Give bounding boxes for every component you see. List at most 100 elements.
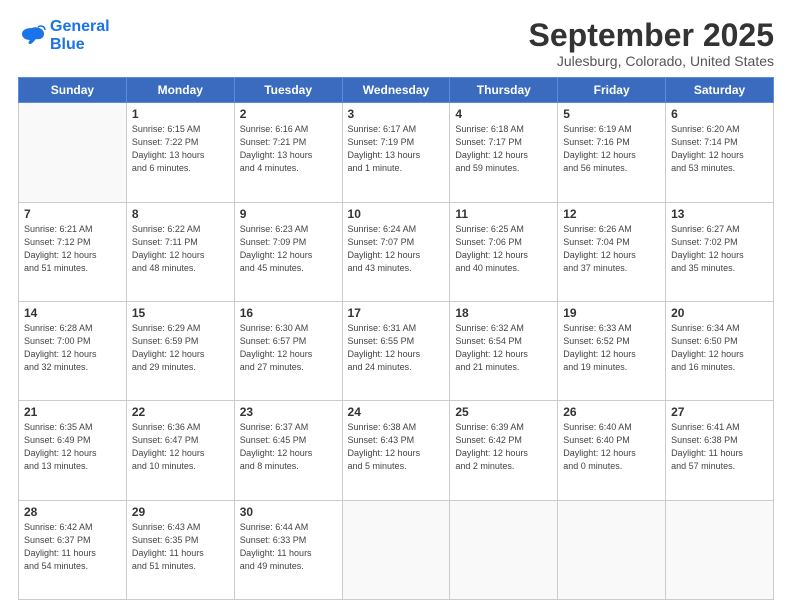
day-info: Sunrise: 6:28 AM Sunset: 7:00 PM Dayligh… (24, 322, 121, 374)
day-number: 11 (455, 207, 552, 221)
day-info: Sunrise: 6:19 AM Sunset: 7:16 PM Dayligh… (563, 123, 660, 175)
calendar-week-4: 28 Sunrise: 6:42 AM Sunset: 6:37 PM Dayli… (19, 500, 774, 599)
title-block: September 2025 Julesburg, Colorado, Unit… (529, 18, 774, 69)
day-info: Sunrise: 6:39 AM Sunset: 6:42 PM Dayligh… (455, 421, 552, 473)
day-number: 1 (132, 107, 229, 121)
calendar-day: 2Sunrise: 6:16 AM Sunset: 7:21 PM Daylig… (234, 103, 342, 202)
calendar-day: 19Sunrise: 6:33 AM Sunset: 6:52 PM Dayli… (558, 301, 666, 400)
logo: General Blue (18, 18, 110, 53)
day-info: Sunrise: 6:24 AM Sunset: 7:07 PM Dayligh… (348, 223, 445, 275)
calendar-day: 15 Sunrise: 6:29 AM Sunset: 6:59 PM Dayli… (126, 301, 234, 400)
day-number: 18 (455, 306, 552, 320)
calendar-day: 7Sunrise: 6:21 AM Sunset: 7:12 PM Daylig… (19, 202, 127, 301)
calendar-week-3: 21Sunrise: 6:35 AM Sunset: 6:49 PM Dayli… (19, 401, 774, 500)
day-number: 15 (132, 306, 229, 320)
day-number: 14 (24, 306, 121, 320)
day-number: 12 (563, 207, 660, 221)
calendar-week-2: 14 Sunrise: 6:28 AM Sunset: 7:00 PM Dayli… (19, 301, 774, 400)
calendar-day: 24Sunrise: 6:38 AM Sunset: 6:43 PM Dayli… (342, 401, 450, 500)
calendar-day: 11 Sunrise: 6:25 AM Sunset: 7:06 PM Dayli… (450, 202, 558, 301)
day-number: 27 (671, 405, 768, 419)
calendar-day: 13 Sunrise: 6:27 AM Sunset: 7:02 PM Dayli… (666, 202, 774, 301)
calendar-day: 23Sunrise: 6:37 AM Sunset: 6:45 PM Dayli… (234, 401, 342, 500)
day-info: Sunrise: 6:15 AM Sunset: 7:22 PM Dayligh… (132, 123, 229, 175)
calendar-day: 16Sunrise: 6:30 AM Sunset: 6:57 PM Dayli… (234, 301, 342, 400)
calendar-day: 3 Sunrise: 6:17 AM Sunset: 7:19 PM Daylig… (342, 103, 450, 202)
col-monday: Monday (126, 78, 234, 103)
day-info: Sunrise: 6:38 AM Sunset: 6:43 PM Dayligh… (348, 421, 445, 473)
calendar-day: 1 Sunrise: 6:15 AM Sunset: 7:22 PM Daylig… (126, 103, 234, 202)
day-info: Sunrise: 6:43 AM Sunset: 6:35 PM Dayligh… (132, 521, 229, 573)
calendar-day: 20 Sunrise: 6:34 AM Sunset: 6:50 PM Dayli… (666, 301, 774, 400)
calendar-header-row: Sunday Monday Tuesday Wednesday Thursday… (19, 78, 774, 103)
day-number: 3 (348, 107, 445, 121)
col-friday: Friday (558, 78, 666, 103)
day-number: 26 (563, 405, 660, 419)
day-info: Sunrise: 6:17 AM Sunset: 7:19 PM Dayligh… (348, 123, 445, 175)
location: Julesburg, Colorado, United States (529, 53, 774, 69)
calendar-day: 12Sunrise: 6:26 AM Sunset: 7:04 PM Dayli… (558, 202, 666, 301)
day-number: 5 (563, 107, 660, 121)
col-thursday: Thursday (450, 78, 558, 103)
calendar-day (342, 500, 450, 599)
day-info: Sunrise: 6:36 AM Sunset: 6:47 PM Dayligh… (132, 421, 229, 473)
day-info: Sunrise: 6:22 AM Sunset: 7:11 PM Dayligh… (132, 223, 229, 275)
day-info: Sunrise: 6:20 AM Sunset: 7:14 PM Dayligh… (671, 123, 768, 175)
day-info: Sunrise: 6:35 AM Sunset: 6:49 PM Dayligh… (24, 421, 121, 473)
day-number: 17 (348, 306, 445, 320)
calendar-week-0: 1 Sunrise: 6:15 AM Sunset: 7:22 PM Daylig… (19, 103, 774, 202)
day-number: 10 (348, 207, 445, 221)
calendar-day (450, 500, 558, 599)
day-number: 9 (240, 207, 337, 221)
day-number: 29 (132, 505, 229, 519)
page: General Blue September 2025 Julesburg, C… (0, 0, 792, 612)
col-sunday: Sunday (19, 78, 127, 103)
day-number: 8 (132, 207, 229, 221)
day-number: 28 (24, 505, 121, 519)
calendar-day (19, 103, 127, 202)
day-number: 7 (24, 207, 121, 221)
col-wednesday: Wednesday (342, 78, 450, 103)
day-info: Sunrise: 6:29 AM Sunset: 6:59 PM Dayligh… (132, 322, 229, 374)
calendar-day: 18 Sunrise: 6:32 AM Sunset: 6:54 PM Dayli… (450, 301, 558, 400)
day-number: 4 (455, 107, 552, 121)
header: General Blue September 2025 Julesburg, C… (18, 18, 774, 69)
calendar-day: 21Sunrise: 6:35 AM Sunset: 6:49 PM Dayli… (19, 401, 127, 500)
day-number: 13 (671, 207, 768, 221)
calendar-day: 4 Sunrise: 6:18 AM Sunset: 7:17 PM Daylig… (450, 103, 558, 202)
calendar-day: 5 Sunrise: 6:19 AM Sunset: 7:16 PM Daylig… (558, 103, 666, 202)
logo-icon (18, 24, 46, 48)
day-info: Sunrise: 6:31 AM Sunset: 6:55 PM Dayligh… (348, 322, 445, 374)
calendar: Sunday Monday Tuesday Wednesday Thursday… (18, 77, 774, 600)
calendar-day: 26 Sunrise: 6:40 AM Sunset: 6:40 PM Dayli… (558, 401, 666, 500)
day-info: Sunrise: 6:41 AM Sunset: 6:38 PM Dayligh… (671, 421, 768, 473)
logo-text: General Blue (50, 18, 110, 53)
day-info: Sunrise: 6:42 AM Sunset: 6:37 PM Dayligh… (24, 521, 121, 573)
day-info: Sunrise: 6:34 AM Sunset: 6:50 PM Dayligh… (671, 322, 768, 374)
calendar-day: 25 Sunrise: 6:39 AM Sunset: 6:42 PM Dayli… (450, 401, 558, 500)
month-title: September 2025 (529, 18, 774, 53)
calendar-day (666, 500, 774, 599)
day-info: Sunrise: 6:25 AM Sunset: 7:06 PM Dayligh… (455, 223, 552, 275)
calendar-day: 27 Sunrise: 6:41 AM Sunset: 6:38 PM Dayli… (666, 401, 774, 500)
day-number: 25 (455, 405, 552, 419)
day-info: Sunrise: 6:32 AM Sunset: 6:54 PM Dayligh… (455, 322, 552, 374)
calendar-day (558, 500, 666, 599)
day-info: Sunrise: 6:16 AM Sunset: 7:21 PM Dayligh… (240, 123, 337, 175)
day-info: Sunrise: 6:23 AM Sunset: 7:09 PM Dayligh… (240, 223, 337, 275)
day-info: Sunrise: 6:37 AM Sunset: 6:45 PM Dayligh… (240, 421, 337, 473)
calendar-day: 29 Sunrise: 6:43 AM Sunset: 6:35 PM Dayli… (126, 500, 234, 599)
day-number: 22 (132, 405, 229, 419)
day-info: Sunrise: 6:27 AM Sunset: 7:02 PM Dayligh… (671, 223, 768, 275)
day-info: Sunrise: 6:40 AM Sunset: 6:40 PM Dayligh… (563, 421, 660, 473)
calendar-day: 28 Sunrise: 6:42 AM Sunset: 6:37 PM Dayli… (19, 500, 127, 599)
day-info: Sunrise: 6:18 AM Sunset: 7:17 PM Dayligh… (455, 123, 552, 175)
day-info: Sunrise: 6:33 AM Sunset: 6:52 PM Dayligh… (563, 322, 660, 374)
calendar-day: 30 Sunrise: 6:44 AM Sunset: 6:33 PM Dayli… (234, 500, 342, 599)
calendar-day: 10 Sunrise: 6:24 AM Sunset: 7:07 PM Dayli… (342, 202, 450, 301)
day-number: 20 (671, 306, 768, 320)
day-info: Sunrise: 6:44 AM Sunset: 6:33 PM Dayligh… (240, 521, 337, 573)
day-number: 30 (240, 505, 337, 519)
day-number: 6 (671, 107, 768, 121)
col-saturday: Saturday (666, 78, 774, 103)
